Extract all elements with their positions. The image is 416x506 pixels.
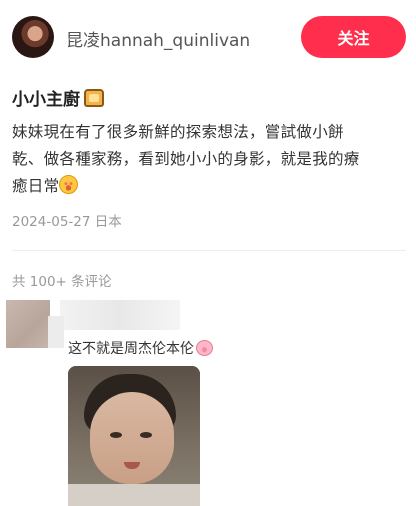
post-body-line-text: 癒日常	[12, 177, 60, 195]
pig-face-emoji-icon	[196, 340, 213, 356]
commenter-redacted-area	[48, 316, 64, 348]
post-title-text: 小小主廚	[12, 90, 80, 110]
post-body-line-last: 癒日常	[12, 173, 408, 200]
commenter-avatar[interactable]	[6, 300, 50, 348]
section-divider	[12, 250, 406, 251]
comment-text: 这不就是周杰伦本伦	[68, 341, 194, 357]
post-body-line: 乾、做各種家務，看到她小小的身影，就是我的療	[12, 150, 360, 168]
post-header: 昆凌hannah_quinlivan 关注	[0, 0, 416, 76]
bread-emoji-icon	[84, 88, 104, 107]
comment-item[interactable]: 这不就是周杰伦本伦	[68, 338, 213, 358]
photo-face	[90, 392, 174, 484]
author-avatar[interactable]	[12, 16, 54, 58]
photo-eye	[140, 432, 152, 438]
smiling-hearts-emoji-icon	[59, 175, 79, 194]
post-date-location: 2024-05-27 日本	[12, 214, 122, 230]
post-body: 妹妹現在有了很多新鮮的探索想法，嘗試做小餅 乾、做各種家務，看到她小小的身影，就…	[12, 119, 408, 200]
follow-button[interactable]: 关注	[301, 16, 406, 58]
commenter-name-redacted	[60, 300, 180, 330]
author-username[interactable]: 昆凌hannah_quinlivan	[66, 26, 250, 51]
photo-shirt	[68, 484, 200, 506]
comment-image[interactable]	[68, 366, 200, 506]
post-body-line: 妹妹現在有了很多新鮮的探索想法，嘗試做小餅	[12, 123, 344, 141]
photo-eye	[110, 432, 122, 438]
post-title: 小小主廚	[12, 85, 104, 110]
comment-count: 共 100+ 条评论	[12, 274, 112, 290]
